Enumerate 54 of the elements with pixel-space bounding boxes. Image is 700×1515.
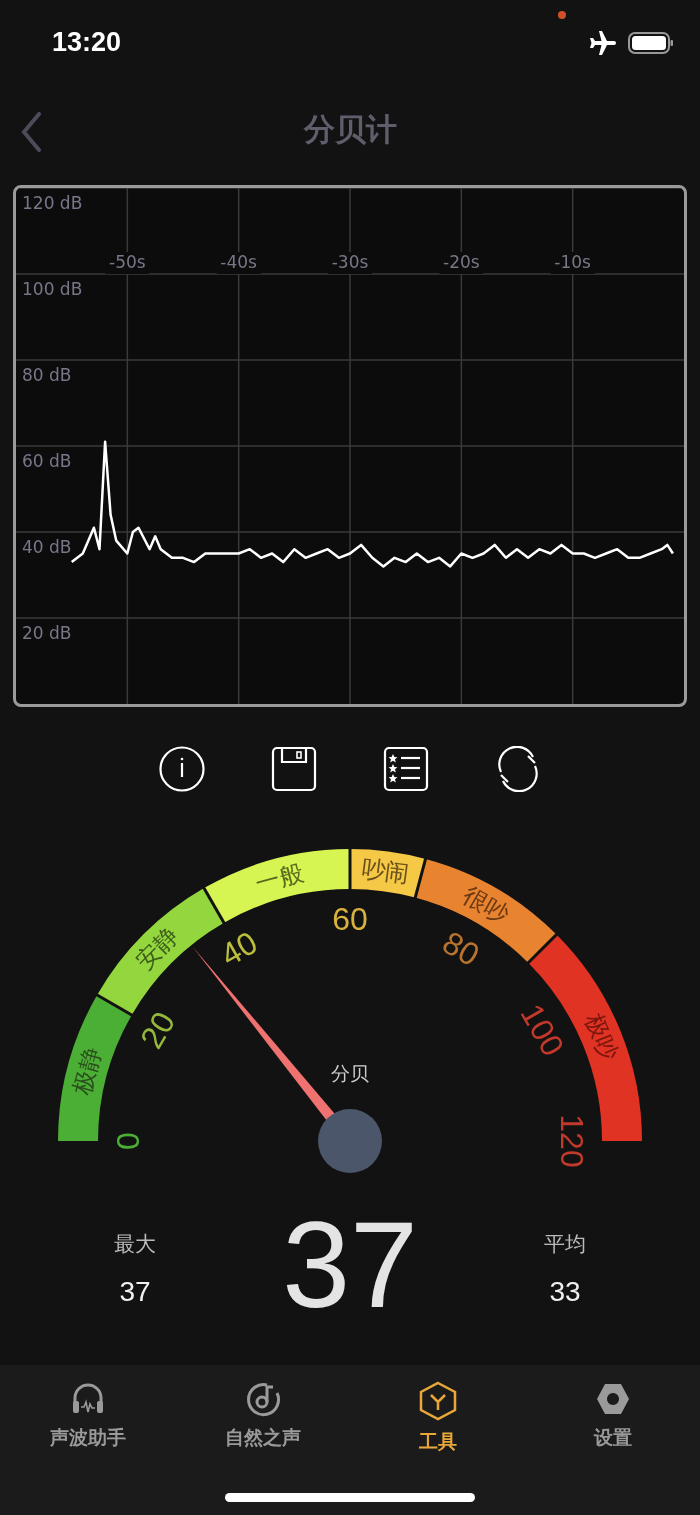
- settings-icon: [594, 1381, 631, 1417]
- axis-label: -40s: [220, 252, 257, 272]
- gauge-tick-label: 40: [214, 924, 264, 974]
- gauge-divider: [413, 857, 428, 899]
- list-button[interactable]: [383, 745, 429, 792]
- axis-label: 40 dB: [22, 537, 72, 557]
- status-time: 13:20: [52, 27, 123, 58]
- gauge-zone-label: 极静: [67, 1043, 107, 1098]
- tab[interactable]: 自然之声: [175, 1377, 350, 1459]
- axis-label: 120 dB: [22, 193, 83, 213]
- stat-label: 平均: [544, 1231, 586, 1258]
- stat-value: 33: [549, 1276, 581, 1308]
- tab[interactable]: 工具: [350, 1377, 525, 1459]
- save-icon: [271, 745, 317, 792]
- gauge-zone-label: 一般: [252, 858, 307, 898]
- gauge-zone-label: 极吵: [579, 1009, 624, 1065]
- gauge-tick-label: 120: [554, 1114, 590, 1168]
- axis-label: 100 dB: [22, 279, 83, 299]
- music-note-icon: [244, 1381, 281, 1417]
- unit-label: 分贝: [331, 1062, 369, 1084]
- tab[interactable]: 设置: [525, 1377, 700, 1459]
- list-icon: [383, 745, 429, 792]
- recording-dot: [558, 11, 566, 19]
- info-icon: [159, 745, 205, 792]
- gauge-zone-label: 吵闹: [359, 854, 412, 889]
- gauge-tick-label: 20: [133, 1005, 183, 1055]
- axis-label: -30s: [331, 252, 369, 272]
- gauge-divider: [202, 886, 226, 925]
- gauge-zone-label: 安静: [130, 921, 185, 976]
- refresh-icon: [495, 745, 541, 792]
- axis-label: 80 dB: [22, 365, 72, 385]
- needle-hub: [318, 1109, 382, 1173]
- current-reading: 37: [281, 1196, 419, 1333]
- stat-value: 37: [119, 1276, 151, 1308]
- hexagon-icon: [418, 1381, 457, 1421]
- gauge-tick-label: 0: [110, 1132, 146, 1150]
- info-button[interactable]: [159, 745, 205, 792]
- axis-label: 20 dB: [22, 623, 72, 643]
- axis-label: -10s: [554, 252, 591, 272]
- gauge-divider: [348, 848, 352, 890]
- save-button[interactable]: [271, 745, 317, 792]
- refresh-button[interactable]: [495, 745, 541, 792]
- axis-label: 60 dB: [22, 451, 72, 471]
- stat-label: 最大: [114, 1231, 156, 1258]
- tab[interactable]: 声波助手: [0, 1377, 175, 1459]
- page-title: 分贝计: [303, 110, 397, 149]
- axis-label: -20s: [443, 252, 480, 272]
- battery-icon: [628, 31, 674, 54]
- gauge-tick-label: 60: [332, 901, 368, 937]
- gauge-tick-label: 100: [513, 997, 572, 1063]
- gauge-divider: [95, 993, 134, 1017]
- axis-label: -50s: [109, 252, 146, 272]
- gauge-divider: [526, 932, 559, 965]
- airplane-icon: [588, 29, 616, 56]
